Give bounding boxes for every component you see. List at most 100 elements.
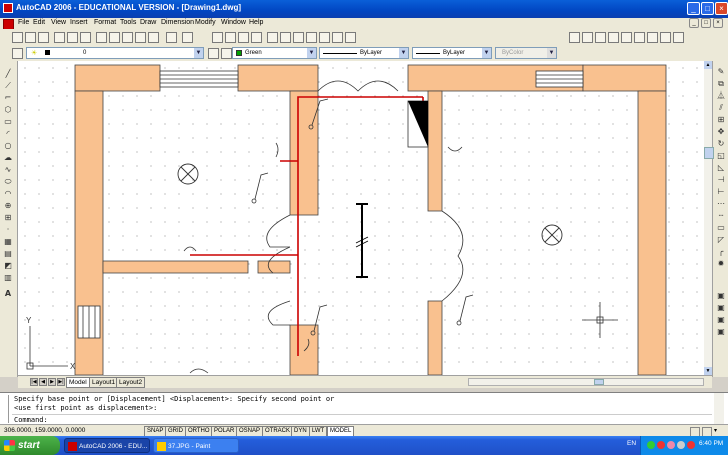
maximize-button[interactable]: □ [701, 2, 714, 15]
save-icon[interactable] [38, 32, 49, 43]
copy-object-icon[interactable]: ⧉ [716, 79, 726, 89]
menu-insert[interactable]: Insert [70, 19, 88, 26]
chamfer-icon[interactable]: ◸ [716, 235, 726, 245]
layer-dropdown[interactable]: ☀ 0 ▼ [26, 47, 204, 59]
alert-icon[interactable] [687, 441, 695, 449]
bring-above-icon[interactable]: ▣ [716, 327, 726, 337]
block-editor-icon[interactable] [148, 32, 159, 43]
cut-icon[interactable] [96, 32, 107, 43]
break-at-point-icon[interactable]: ⋯ [716, 199, 726, 209]
drawing-area[interactable]: Y X [18, 61, 704, 375]
ellipse-arc-icon[interactable]: ◠ [3, 189, 13, 199]
make-block-icon[interactable]: ⊞ [3, 213, 13, 223]
polyline-icon[interactable]: ⌐ [3, 93, 13, 103]
markup-icon[interactable] [319, 32, 330, 43]
tab-layout1[interactable]: Layout1 [89, 377, 119, 388]
line-icon[interactable]: ╱ [3, 69, 13, 79]
scroll-down-icon[interactable]: ▼ [704, 367, 712, 375]
polygon-icon[interactable]: ⬡ [3, 105, 13, 115]
erase-icon[interactable]: ✎ [716, 67, 726, 77]
move-icon[interactable]: ✥ [716, 127, 726, 137]
minimize-button[interactable]: _ [687, 2, 700, 15]
redo-icon[interactable] [182, 32, 193, 43]
scroll-thumb[interactable] [704, 147, 714, 159]
scroll-up-icon[interactable]: ▲ [704, 61, 712, 69]
bring-front-icon[interactable]: ▣ [716, 303, 726, 313]
tool-palettes-icon[interactable] [293, 32, 304, 43]
region-icon[interactable]: ◩ [3, 261, 13, 271]
extend-icon[interactable]: ⊢ [716, 187, 726, 197]
sheet-set-icon[interactable] [306, 32, 317, 43]
command-grip[interactable] [2, 395, 9, 423]
tab-layout2[interactable]: Layout2 [116, 377, 146, 388]
properties-icon[interactable] [267, 32, 278, 43]
open-icon[interactable] [25, 32, 36, 43]
vertical-scrollbar[interactable]: ▲ ▼ [704, 61, 714, 375]
tab-last-icon[interactable]: ▶| [57, 378, 65, 386]
volume-icon[interactable] [677, 441, 685, 449]
fillet-icon[interactable]: ╭ [716, 247, 726, 257]
design-center-icon[interactable] [280, 32, 291, 43]
task-autocad[interactable]: AutoCAD 2006 - EDU... [64, 438, 150, 453]
dim-aligned-icon[interactable] [582, 32, 593, 43]
explode-icon[interactable]: ✹ [716, 259, 726, 269]
status-menu-icon[interactable]: ▾ [714, 427, 717, 434]
match-properties-icon[interactable] [135, 32, 146, 43]
insert-block-icon[interactable]: ⊕ [3, 201, 13, 211]
zoom-realtime-icon[interactable] [225, 32, 236, 43]
hscroll-thumb[interactable] [594, 379, 604, 385]
ellipse-icon[interactable]: ⬭ [3, 177, 13, 187]
dim-ordinate-icon[interactable] [608, 32, 619, 43]
menu-modify[interactable]: Modify [195, 19, 216, 26]
doc-close-button[interactable]: × [713, 18, 723, 28]
pan-icon[interactable] [212, 32, 223, 43]
copy-icon[interactable] [109, 32, 120, 43]
table-icon[interactable]: ▥ [3, 273, 13, 283]
zoom-window-icon[interactable] [238, 32, 249, 43]
zoom-previous-icon[interactable] [251, 32, 262, 43]
chevron-down-icon[interactable]: ▼ [399, 48, 408, 58]
tab-model[interactable]: Model [66, 377, 90, 388]
spline-icon[interactable]: ∿ [3, 165, 13, 175]
dim-angular-icon[interactable] [660, 32, 671, 43]
dim-linear-icon[interactable] [569, 32, 580, 43]
rotate-icon[interactable]: ↻ [716, 139, 726, 149]
break-icon[interactable]: ┄ [716, 211, 726, 221]
lineweight-dropdown[interactable]: ByLayer ▼ [412, 47, 492, 59]
rectangle-icon[interactable]: ▭ [3, 117, 13, 127]
plot-icon[interactable] [54, 32, 65, 43]
dim-arc-icon[interactable] [595, 32, 606, 43]
stretch-icon[interactable]: ◺ [716, 163, 726, 173]
mirror-icon[interactable]: ⏅ [716, 91, 726, 101]
menu-draw[interactable]: Draw [140, 19, 156, 26]
tray-app-icon[interactable] [667, 441, 675, 449]
task-paint[interactable]: 37.JPG - Paint [153, 438, 239, 453]
antivirus-icon[interactable] [657, 441, 665, 449]
color-dropdown[interactable]: Green ▼ [232, 47, 317, 59]
title-bar[interactable]: AutoCAD 2006 - EDUCATIONAL VERSION - [Dr… [0, 0, 728, 18]
scale-icon[interactable]: ◱ [716, 151, 726, 161]
start-button[interactable]: start [0, 436, 60, 455]
network-icon[interactable] [647, 441, 655, 449]
chevron-down-icon[interactable]: ▼ [307, 48, 316, 58]
dim-baseline-icon[interactable] [673, 32, 684, 43]
publish-icon[interactable] [80, 32, 91, 43]
make-current-icon[interactable] [208, 48, 219, 59]
gradient-icon[interactable]: ▤ [3, 249, 13, 259]
help-icon[interactable] [345, 32, 356, 43]
menu-file[interactable]: File [18, 19, 29, 26]
menu-help[interactable]: Help [249, 19, 263, 26]
tab-next-icon[interactable]: ▶ [48, 378, 56, 386]
circle-icon[interactable]: ○ [3, 141, 13, 151]
array-icon[interactable]: ⊞ [716, 115, 726, 125]
plot-preview-icon[interactable] [67, 32, 78, 43]
offset-icon[interactable]: ⫽ [716, 103, 726, 113]
trim-icon[interactable]: ⊣ [716, 175, 726, 185]
menu-window[interactable]: Window [221, 19, 246, 26]
menu-view[interactable]: View [51, 19, 66, 26]
close-button[interactable]: × [715, 2, 728, 15]
paste-icon[interactable] [122, 32, 133, 43]
horizontal-scrollbar[interactable] [468, 378, 704, 386]
autocad-app-icon[interactable] [3, 3, 13, 13]
layer-manager-icon[interactable] [12, 48, 23, 59]
